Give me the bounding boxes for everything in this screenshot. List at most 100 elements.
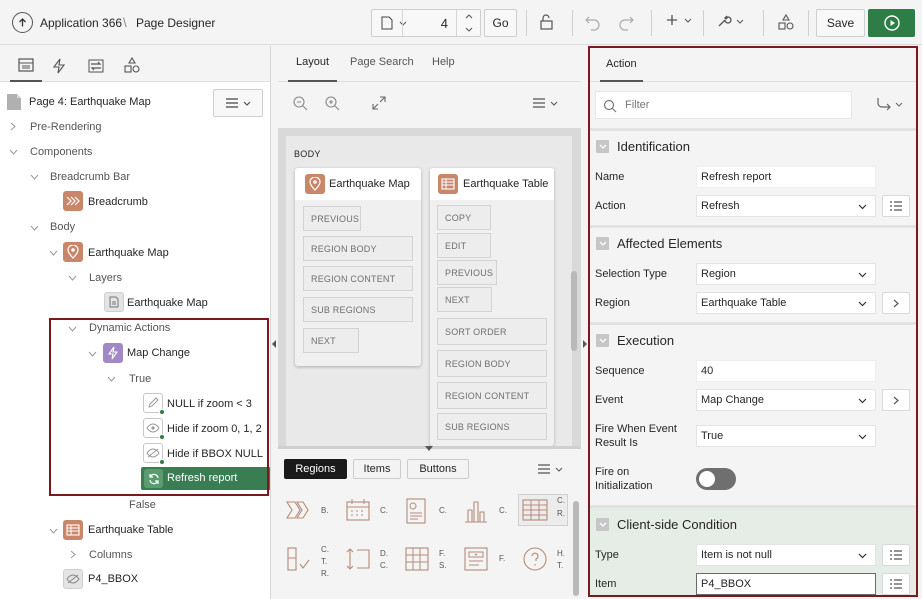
zoom-in-icon[interactable] [324, 95, 340, 111]
palette-scrollbar[interactable] [573, 501, 579, 596]
region-card-earthquake-map[interactable]: Earthquake Map PREVIOUS REGION BODY REGI… [295, 168, 421, 366]
classic-report-gallery-item[interactable]: C. R. [518, 494, 568, 526]
type-list-button[interactable] [882, 544, 910, 566]
chevron-down-icon[interactable] [68, 275, 77, 281]
section-execution[interactable]: Execution [590, 327, 916, 353]
processing-tab-icon[interactable] [88, 58, 104, 74]
section-affected-elements[interactable]: Affected Elements [590, 230, 916, 256]
chevron-right-icon[interactable] [70, 550, 76, 559]
slot-previous[interactable]: PREVIOUS [303, 206, 361, 231]
splitter-arrow-icon[interactable] [425, 446, 433, 451]
slot-next[interactable]: NEXT [303, 328, 359, 353]
column-toggle-gallery-icon[interactable] [286, 546, 310, 571]
tree-node-earthquake-map[interactable]: Earthquake Map [88, 247, 169, 259]
slot-region-body[interactable]: REGION BODY [303, 236, 413, 261]
slot-next[interactable]: NEXT [437, 287, 492, 312]
chevron-down-icon[interactable] [49, 250, 58, 256]
dynamic-actions-tab-icon[interactable] [52, 58, 66, 74]
chevron-down-icon[interactable] [9, 149, 18, 155]
slot-sort-order[interactable]: SORT ORDER [437, 318, 547, 345]
item-list-button[interactable] [882, 573, 910, 595]
chevron-down-icon[interactable] [30, 174, 39, 180]
zoom-out-icon[interactable] [292, 95, 308, 111]
go-button[interactable]: Go [484, 9, 517, 37]
card-gallery-icon[interactable] [404, 498, 428, 524]
layout-menu-button[interactable] [533, 98, 558, 108]
tree-node-columns[interactable]: Columns [89, 549, 132, 561]
collapse-left-icon[interactable] [272, 340, 277, 348]
tree-node-layers[interactable]: Layers [89, 272, 122, 284]
page-stepper[interactable] [456, 10, 480, 36]
palette-tab-buttons[interactable]: Buttons [407, 459, 469, 479]
chevron-right-icon[interactable] [10, 122, 16, 131]
chevron-down-icon[interactable] [30, 225, 39, 231]
slot-previous[interactable]: PREVIOUS [437, 260, 497, 285]
tab-action[interactable]: Action [600, 56, 643, 82]
page-selector[interactable]: 4 [371, 9, 481, 37]
form-gallery-icon[interactable] [463, 546, 488, 571]
chevron-down-icon[interactable] [49, 528, 58, 534]
chart-gallery-icon[interactable] [463, 498, 487, 523]
app-link[interactable]: Application 366 [40, 16, 122, 30]
fire-on-init-toggle[interactable] [696, 468, 736, 490]
tree-node-p4-bbox[interactable]: P4_BBOX [88, 573, 138, 585]
sequence-field[interactable]: 40 [696, 360, 876, 382]
go-to-group-button[interactable] [876, 97, 903, 111]
dynamic-content-gallery-icon[interactable] [345, 546, 370, 570]
create-menu-button[interactable] [666, 14, 692, 26]
tree-node-body[interactable]: Body [50, 221, 75, 233]
type-select[interactable]: Item is not null [696, 544, 876, 566]
tree-menu-button[interactable] [213, 89, 263, 117]
page-node-label[interactable]: Page 4: Earthquake Map [29, 96, 151, 108]
expand-icon[interactable] [372, 96, 386, 110]
tree-node-components[interactable]: Components [30, 146, 92, 158]
region-select[interactable]: Earthquake Table [696, 292, 876, 314]
slot-region-content[interactable]: REGION CONTENT [303, 266, 413, 291]
action-select[interactable]: Refresh [696, 195, 876, 217]
fire-when-select[interactable]: True [696, 425, 876, 447]
page-number-input[interactable]: 4 [441, 16, 448, 31]
event-select[interactable]: Map Change [696, 389, 876, 411]
collapse-right-icon[interactable] [582, 340, 587, 348]
redo-icon[interactable] [617, 13, 635, 31]
slot-sub-regions[interactable]: SUB REGIONS [437, 413, 547, 440]
shared-components-icon[interactable] [777, 13, 795, 31]
tree-node-breadcrumb[interactable]: Breadcrumb [88, 196, 148, 208]
save-button[interactable]: Save [816, 9, 865, 37]
help-text-gallery-icon[interactable] [522, 546, 547, 571]
selection-type-select[interactable]: Region [696, 263, 876, 285]
utilities-menu-button[interactable] [716, 13, 744, 29]
section-client-condition[interactable]: Client-side Condition [590, 511, 916, 537]
tab-help[interactable]: Help [432, 56, 455, 68]
run-button[interactable] [868, 9, 915, 37]
tab-layout[interactable]: Layout [288, 54, 338, 82]
tree-node-pre-rendering[interactable]: Pre-Rendering [30, 121, 102, 133]
lock-icon[interactable] [538, 13, 556, 31]
canvas-scrollbar[interactable] [571, 271, 577, 351]
tree-node-false[interactable]: False [129, 499, 156, 511]
slot-edit[interactable]: EDIT [437, 233, 491, 258]
undo-icon[interactable] [584, 13, 602, 31]
slot-region-content[interactable]: REGION CONTENT [437, 382, 547, 409]
shared-components-tab-icon[interactable] [124, 57, 140, 73]
section-identification[interactable]: Identification [590, 133, 916, 159]
tab-page-search[interactable]: Page Search [350, 56, 414, 68]
up-arrow-icon[interactable] [12, 12, 33, 33]
calendar-gallery-icon[interactable] [345, 498, 370, 522]
tree-node-layer-earthquake-map[interactable]: Earthquake Map [127, 297, 208, 309]
faceted-search-gallery-icon[interactable] [404, 546, 429, 571]
tree-node-earthquake-table[interactable]: Earthquake Table [88, 524, 173, 536]
region-card-earthquake-table[interactable]: Earthquake Table COPY EDIT PREVIOUS NEXT… [430, 168, 554, 446]
palette-menu-button[interactable] [538, 464, 563, 474]
tree-node-breadcrumb-bar[interactable]: Breadcrumb Bar [50, 171, 130, 183]
item-field[interactable]: P4_BBOX [696, 573, 876, 595]
slot-sub-regions[interactable]: SUB REGIONS [303, 297, 413, 322]
event-go-button[interactable] [882, 389, 910, 411]
breadcrumb-gallery-icon[interactable] [286, 498, 310, 522]
action-list-button[interactable] [882, 195, 910, 217]
filter-input[interactable]: Filter [595, 91, 852, 119]
slot-copy[interactable]: COPY [437, 205, 491, 230]
tab-rendering[interactable] [10, 54, 42, 82]
region-go-button[interactable] [882, 292, 910, 314]
palette-tab-items[interactable]: Items [353, 459, 401, 479]
